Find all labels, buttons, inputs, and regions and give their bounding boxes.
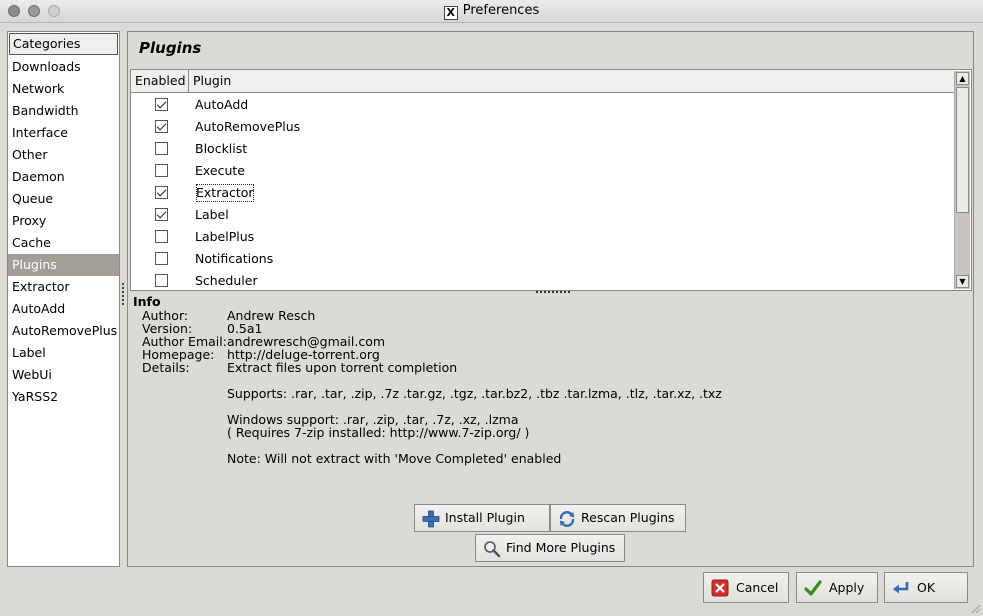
info-details-line-5: Note: Will not extract with 'Move Comple… [227, 451, 562, 466]
info-details-line-4: ( Requires 7-zip installed: http://www.7… [227, 425, 530, 440]
plugin-name: Notifications [195, 251, 274, 266]
enabled-checkbox[interactable] [155, 274, 168, 287]
plugin-name: Execute [195, 163, 245, 178]
table-row[interactable]: Execute [131, 160, 954, 182]
x11-app-icon: X [443, 6, 458, 20]
enabled-checkbox[interactable] [155, 164, 168, 177]
vertical-scrollbar[interactable]: ▲ ▼ [954, 71, 970, 289]
ok-label: OK [917, 580, 936, 595]
info-details-line-1: Extract files upon torrent completion [227, 360, 458, 375]
info-details-row: ( Requires 7-zip installed: http://www.7… [133, 426, 963, 439]
pane-resize-handle[interactable] [122, 283, 125, 305]
table-header: Enabled Plugin [131, 70, 954, 93]
category-interface[interactable]: Interface [8, 122, 119, 144]
info-details-row: Note: Will not extract with 'Move Comple… [133, 452, 963, 465]
column-header-enabled[interactable]: Enabled [131, 70, 189, 92]
apply-label: Apply [829, 580, 865, 595]
enabled-checkbox[interactable] [155, 186, 168, 199]
category-proxy[interactable]: Proxy [8, 210, 119, 232]
info-details-row: Details: Extract files upon torrent comp… [133, 361, 963, 374]
table-rows: AutoAdd AutoRemovePlus Blocklist Execute… [131, 94, 954, 292]
category-network[interactable]: Network [8, 78, 119, 100]
enabled-checkbox[interactable] [155, 252, 168, 265]
scroll-up-arrow-icon[interactable]: ▲ [956, 72, 969, 85]
install-plugin-button[interactable]: Install Plugin [414, 504, 550, 532]
plugin-info-section: Info Author: Andrew Resch Version: 0.5a1… [133, 294, 963, 465]
info-details-row: Supports: .rar, .tar, .zip, .7z .tar.gz,… [133, 387, 963, 400]
table-row[interactable]: Label [131, 204, 954, 226]
category-downloads[interactable]: Downloads [8, 56, 119, 78]
plugin-name: Extractor [194, 182, 256, 204]
categories-list[interactable]: Categories Downloads Network Bandwidth I… [7, 31, 120, 567]
rescan-plugins-label: Rescan Plugins [581, 510, 675, 525]
enabled-checkbox[interactable] [155, 120, 168, 133]
category-plugins[interactable]: Plugins [8, 254, 119, 276]
cancel-x-icon [711, 579, 729, 597]
scroll-down-arrow-icon[interactable]: ▼ [956, 275, 969, 288]
return-arrow-icon [893, 582, 909, 594]
table-row[interactable]: AutoAdd [131, 94, 954, 116]
categories-header[interactable]: Categories [9, 33, 118, 55]
table-row[interactable]: AutoRemovePlus [131, 116, 954, 138]
info-details-label: Details: [142, 360, 190, 375]
find-more-plugins-label: Find More Plugins [506, 540, 616, 555]
table-row[interactable]: Scheduler [131, 270, 954, 292]
cancel-label: Cancel [736, 580, 779, 595]
rescan-plugins-button[interactable]: Rescan Plugins [550, 504, 686, 532]
table-row[interactable]: Blocklist [131, 138, 954, 160]
scrollbar-thumb[interactable] [956, 87, 969, 213]
table-row[interactable]: Notifications [131, 248, 954, 270]
enabled-checkbox[interactable] [155, 98, 168, 111]
column-header-plugin[interactable]: Plugin [189, 70, 954, 92]
window-title-wrap: X Preferences [0, 3, 983, 20]
category-bandwidth[interactable]: Bandwidth [8, 100, 119, 122]
cancel-button[interactable]: Cancel [703, 572, 789, 603]
plugin-name: Scheduler [195, 273, 258, 288]
page-title: Plugins [139, 39, 202, 57]
find-more-plugins-button[interactable]: Find More Plugins [475, 534, 625, 562]
refresh-icon [559, 511, 575, 527]
table-row[interactable]: Extractor [131, 182, 954, 204]
info-details-line-2: Supports: .rar, .tar, .zip, .7z .tar.gz,… [227, 386, 722, 401]
plugin-name: LabelPlus [195, 229, 255, 244]
category-extractor[interactable]: Extractor [8, 276, 119, 298]
plugin-name: Blocklist [195, 141, 248, 156]
category-cache[interactable]: Cache [8, 232, 119, 254]
category-autoremoveplus[interactable]: AutoRemovePlus [8, 320, 119, 342]
plugins-table[interactable]: Enabled Plugin AutoAdd AutoRemovePlus Bl… [130, 69, 972, 291]
category-webui[interactable]: WebUi [8, 364, 119, 386]
table-row[interactable]: LabelPlus [131, 226, 954, 248]
ok-button[interactable]: OK [884, 572, 968, 603]
plugin-name: AutoAdd [195, 97, 249, 112]
category-daemon[interactable]: Daemon [8, 166, 119, 188]
window-resize-grip-icon[interactable] [969, 602, 981, 614]
plus-icon [422, 510, 440, 528]
install-plugin-label: Install Plugin [445, 510, 525, 525]
enabled-checkbox[interactable] [155, 208, 168, 221]
category-autoadd[interactable]: AutoAdd [8, 298, 119, 320]
enabled-checkbox[interactable] [155, 230, 168, 243]
plugin-name: Label [195, 207, 229, 222]
info-heading: Info [133, 294, 161, 309]
category-other[interactable]: Other [8, 144, 119, 166]
plugins-panel: Plugins Enabled Plugin AutoAdd AutoRemov… [127, 31, 974, 567]
category-yarss2[interactable]: YaRSS2 [8, 386, 119, 408]
checkmark-icon [804, 580, 822, 596]
category-queue[interactable]: Queue [8, 188, 119, 210]
category-label[interactable]: Label [8, 342, 119, 364]
window-title: Preferences [462, 3, 540, 18]
enabled-checkbox[interactable] [155, 142, 168, 155]
title-bar: X Preferences [0, 0, 983, 23]
magnifier-icon [484, 541, 501, 558]
plugin-name: AutoRemovePlus [195, 119, 301, 134]
apply-button[interactable]: Apply [796, 572, 878, 603]
